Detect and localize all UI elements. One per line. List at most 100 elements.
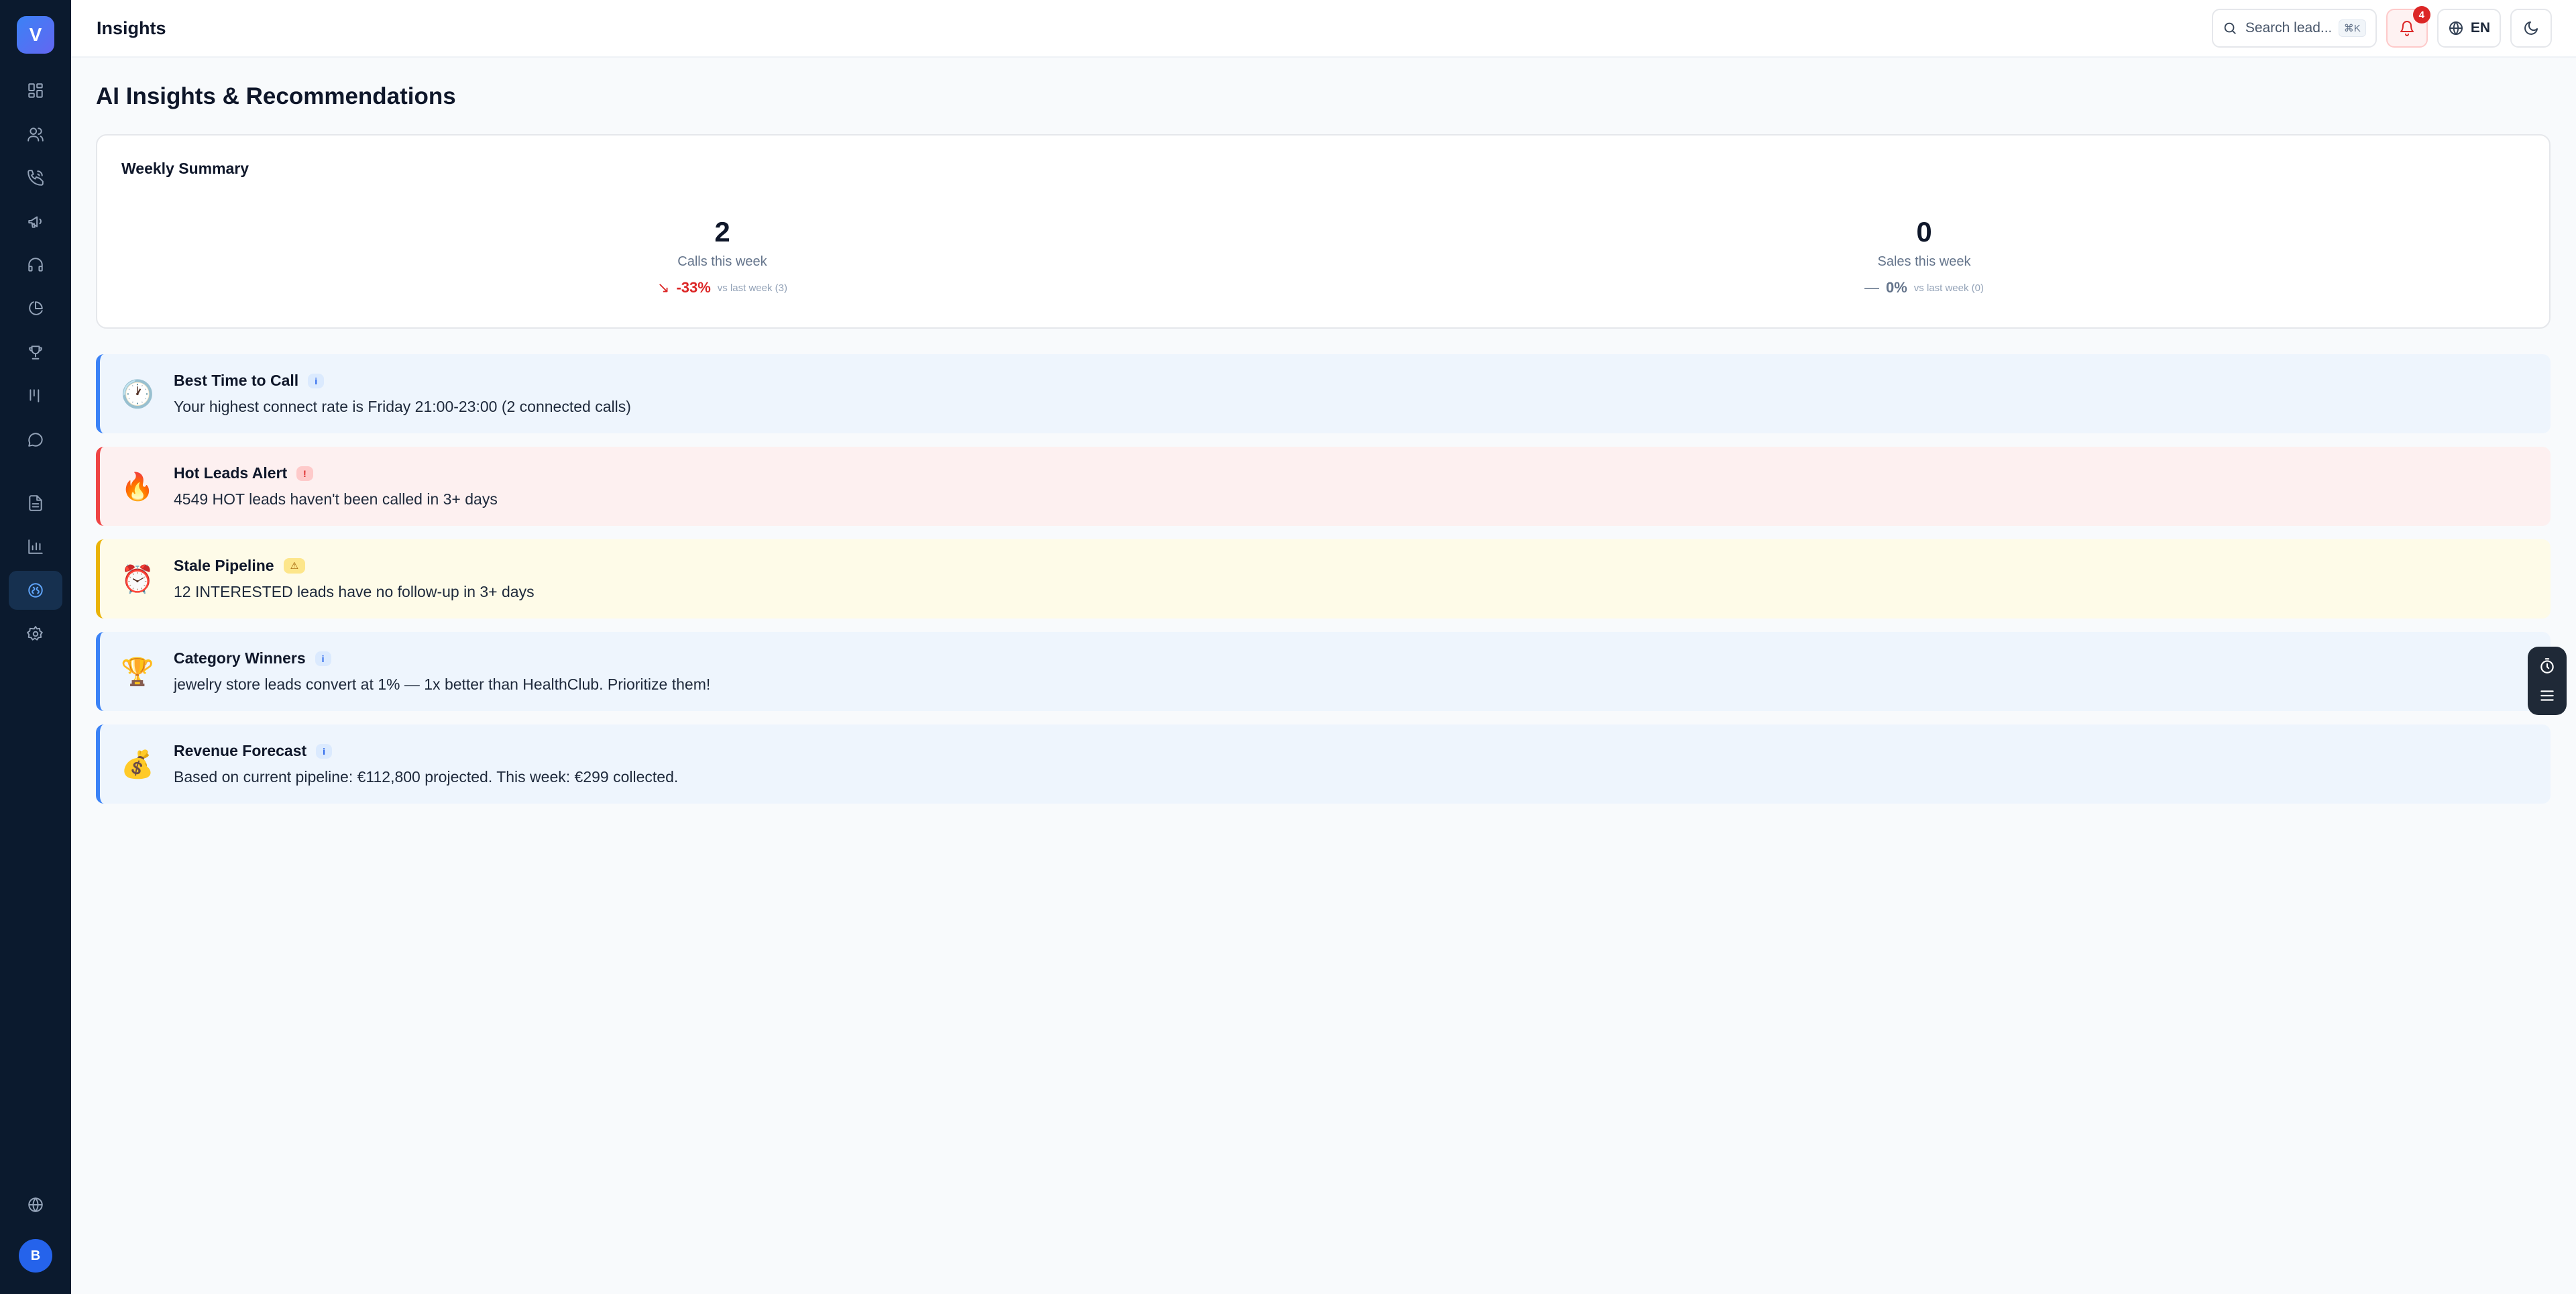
- search-shortcut: ⌘K: [2338, 19, 2366, 37]
- alarm-clock-icon: ⏰: [121, 564, 154, 594]
- chat-icon: [28, 433, 43, 447]
- sidebar-item-campaigns[interactable]: [9, 202, 62, 241]
- stat-trend: — 0% vs last week (0): [1323, 279, 2525, 296]
- sidebar-item-dashboard[interactable]: [9, 71, 62, 110]
- moon-icon: [2524, 21, 2538, 35]
- list-icon[interactable]: [2538, 687, 2556, 704]
- language-button[interactable]: EN: [2437, 9, 2501, 48]
- insight-title: Stale Pipeline: [174, 557, 274, 574]
- sidebar-item-documents[interactable]: [9, 484, 62, 523]
- kanban-icon: [30, 389, 40, 402]
- stat-value: 0: [1916, 216, 1932, 248]
- money-bag-icon: 💰: [121, 749, 154, 779]
- language-switch-button[interactable]: [9, 1185, 62, 1224]
- insight-hot-leads-alert[interactable]: 🔥 Hot Leads Alert ! 4549 HOT leads haven…: [96, 447, 2551, 526]
- trend-flat-icon: —: [1864, 279, 1879, 296]
- bar-chart-icon: [28, 539, 43, 554]
- insight-body: Stale Pipeline ⚠ 12 INTERESTED leads hav…: [174, 557, 535, 601]
- insight-title: Category Winners: [174, 649, 306, 667]
- gear-icon: [27, 626, 43, 641]
- sidebar-item-pipeline[interactable]: [9, 376, 62, 415]
- info-badge: i: [308, 373, 325, 388]
- trend-down-icon: ↘: [657, 279, 670, 296]
- timer-icon[interactable]: [2538, 657, 2556, 675]
- insight-title-row: Revenue Forecast i: [174, 742, 678, 760]
- trend-percent: -33%: [676, 279, 711, 296]
- fire-icon: 🔥: [121, 472, 154, 502]
- trend-percent: 0%: [1886, 279, 1907, 296]
- pie-chart-icon: [29, 301, 43, 315]
- dashboard-icon: [28, 83, 43, 98]
- phone-icon: [27, 170, 44, 186]
- app-logo[interactable]: V: [17, 16, 54, 54]
- trophy-icon: [29, 345, 42, 360]
- top-header: Insights Search lead... ⌘K 4 EN: [71, 0, 2576, 58]
- insight-body: Revenue Forecast i Based on current pipe…: [174, 742, 678, 786]
- header-actions: Search lead... ⌘K 4 EN: [2211, 6, 2552, 48]
- sidebar-item-analytics[interactable]: [9, 527, 62, 566]
- insight-text: Based on current pipeline: €112,800 proj…: [174, 768, 679, 786]
- sidebar-item-support[interactable]: [9, 246, 62, 284]
- header-title: Insights: [97, 17, 166, 38]
- stat-value: 2: [714, 216, 730, 248]
- weekly-summary-title: Weekly Summary: [121, 160, 249, 177]
- insight-text: jewelry store leads convert at 1% — 1x b…: [174, 676, 711, 693]
- notifications-button[interactable]: 4: [2386, 6, 2430, 48]
- insight-title-row: Hot Leads Alert !: [174, 464, 498, 482]
- main-content: AI Insights & Recommendations Weekly Sum…: [96, 58, 2551, 804]
- info-badge: i: [316, 743, 333, 759]
- user-avatar[interactable]: B: [19, 1239, 52, 1273]
- insight-body: Hot Leads Alert ! 4549 HOT leads haven't…: [174, 464, 498, 508]
- insight-text: 4549 HOT leads haven't been called in 3+…: [174, 490, 498, 508]
- bell-icon: [2400, 21, 2414, 36]
- insights-icon: [28, 583, 43, 598]
- insight-text: Your highest connect rate is Friday 21:0…: [174, 398, 631, 415]
- alert-badge: !: [296, 466, 313, 481]
- warning-badge: ⚠: [283, 558, 306, 574]
- weekly-summary-card: Weekly Summary 2 Calls this week ↘ -33% …: [96, 134, 2551, 329]
- stat-label: Calls this week: [677, 254, 767, 269]
- sidebar-item-settings[interactable]: [9, 614, 62, 653]
- insight-title-row: Category Winners i: [174, 649, 710, 667]
- sidebar-item-calls[interactable]: [9, 158, 62, 197]
- insight-text: 12 INTERESTED leads have no follow-up in…: [174, 583, 535, 600]
- info-badge: i: [315, 651, 331, 666]
- floating-tools-widget: [2528, 647, 2567, 715]
- insight-body: Best Time to Call i Your highest connect…: [174, 372, 631, 416]
- theme-toggle-button[interactable]: [2510, 9, 2552, 48]
- sidebar-item-insights[interactable]: [9, 571, 62, 610]
- insight-title-row: Stale Pipeline ⚠: [174, 557, 535, 575]
- megaphone-icon: [28, 216, 42, 228]
- insight-title: Revenue Forecast: [174, 742, 307, 759]
- headset-icon: [28, 258, 43, 272]
- search-icon: [2224, 22, 2236, 34]
- search-input[interactable]: Search lead... ⌘K: [2211, 9, 2377, 48]
- sidebar-item-leads[interactable]: [9, 115, 62, 154]
- trend-comparison: vs last week (3): [717, 282, 787, 294]
- insight-title: Hot Leads Alert: [174, 464, 288, 482]
- sidebar-item-leaderboard[interactable]: [9, 333, 62, 372]
- globe-icon: [28, 1197, 43, 1212]
- stat-trend: ↘ -33% vs last week (3): [121, 279, 1323, 296]
- notification-count-badge: 4: [2412, 6, 2430, 23]
- insight-best-time-to-call[interactable]: 🕐 Best Time to Call i Your highest conne…: [96, 354, 2551, 433]
- insights-list: 🕐 Best Time to Call i Your highest conne…: [96, 354, 2551, 804]
- document-icon: [29, 495, 42, 511]
- insight-body: Category Winners i jewelry store leads c…: [174, 649, 710, 694]
- sidebar-nav: [0, 71, 71, 658]
- clock-icon: 🕐: [121, 379, 154, 409]
- stat-calls: 2 Calls this week ↘ -33% vs last week (3…: [121, 218, 1323, 296]
- users-icon: [27, 127, 44, 142]
- insight-revenue-forecast[interactable]: 💰 Revenue Forecast i Based on current pi…: [96, 724, 2551, 804]
- summary-stats: 2 Calls this week ↘ -33% vs last week (3…: [121, 218, 2525, 296]
- sidebar-item-reports[interactable]: [9, 289, 62, 328]
- insight-category-winners[interactable]: 🏆 Category Winners i jewelry store leads…: [96, 632, 2551, 711]
- sidebar: V B: [0, 0, 71, 1294]
- insight-title: Best Time to Call: [174, 372, 299, 389]
- insight-title-row: Best Time to Call i: [174, 372, 631, 390]
- sidebar-item-messages[interactable]: [9, 420, 62, 459]
- page-title: AI Insights & Recommendations: [96, 83, 456, 109]
- language-label: EN: [2470, 20, 2490, 36]
- sidebar-bottom: B: [9, 1185, 62, 1273]
- insight-stale-pipeline[interactable]: ⏰ Stale Pipeline ⚠ 12 INTERESTED leads h…: [96, 539, 2551, 618]
